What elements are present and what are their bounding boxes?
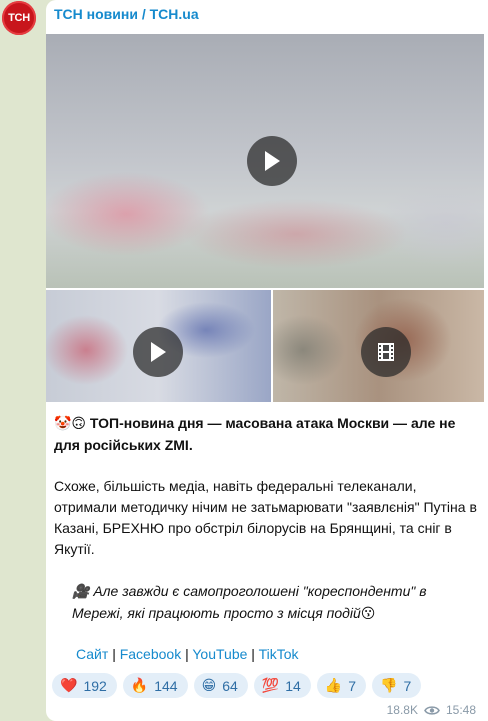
- link-facebook[interactable]: Facebook: [120, 646, 181, 662]
- reaction-count: 14: [285, 677, 301, 694]
- play-icon: [265, 151, 280, 171]
- reaction-count: 7: [403, 677, 412, 694]
- play-button-left[interactable]: [133, 327, 183, 377]
- headline-text: ТОП-новина дня — масована атака Москви —…: [54, 415, 456, 453]
- message-time: 15:48: [445, 703, 476, 717]
- play-icon: [151, 342, 166, 362]
- link-site[interactable]: Сайт: [76, 646, 108, 662]
- reaction-count: 192: [83, 677, 107, 694]
- reaction-hundred[interactable]: 💯 14: [253, 673, 311, 698]
- thumbs-down-icon: 👎: [380, 677, 398, 694]
- link-separator: |: [112, 646, 116, 662]
- media-button-right[interactable]: [361, 327, 411, 377]
- channel-name[interactable]: ТСН новини / TCH.ua: [54, 6, 199, 22]
- reaction-count: 7: [348, 677, 357, 694]
- post-paragraph: Схоже, більшість медіа, навіть федеральн…: [54, 478, 477, 557]
- reaction-fire[interactable]: 🔥 144: [122, 673, 188, 698]
- link-youtube[interactable]: YouTube: [192, 646, 247, 662]
- message-meta: 18.8K 15:48: [387, 703, 476, 717]
- reactions-bar: ❤️ 192 🔥 144 😁 64 💯 14 👍 7 👎 7: [52, 673, 422, 698]
- reaction-heart[interactable]: ❤️ 192: [52, 673, 117, 698]
- link-separator: |: [251, 646, 255, 662]
- thumbs-up-icon: 👍: [324, 677, 343, 694]
- video-thumbnail-right[interactable]: [273, 290, 484, 402]
- post-italic-note: 🎥 Але завжди є самопроголошені "кореспон…: [54, 581, 478, 625]
- link-tiktok[interactable]: TikTok: [259, 646, 299, 662]
- post-headline: 🤡🙃 ТОП-новина дня — масована атака Москв…: [54, 413, 478, 456]
- reaction-count: 64: [222, 677, 238, 694]
- fire-icon: 🔥: [130, 677, 149, 694]
- play-button-main[interactable]: [247, 136, 297, 186]
- view-count: 18.8K: [386, 703, 418, 717]
- film-icon: [378, 343, 394, 361]
- video-main[interactable]: [46, 34, 484, 288]
- reaction-grin[interactable]: 😁 64: [193, 673, 248, 698]
- channel-avatar[interactable]: ТСН: [2, 1, 36, 35]
- grin-icon: 😁: [201, 677, 217, 694]
- post-links: Сайт | Facebook | YouTube | TikTok: [54, 644, 478, 665]
- video-camera-icon: 🎥: [72, 584, 90, 600]
- link-separator: |: [185, 646, 189, 662]
- video-thumbnail-left[interactable]: [46, 290, 271, 402]
- reaction-thumbs-down[interactable]: 👎 7: [372, 673, 422, 698]
- eye-icon: [424, 705, 440, 715]
- clown-face-icon: 🤡🙃: [54, 416, 87, 432]
- hundred-icon: 💯: [261, 677, 280, 694]
- reaction-count: 144: [154, 677, 178, 694]
- heart-icon: ❤️: [60, 677, 78, 694]
- kissing-face-icon: 😗: [360, 606, 376, 622]
- reaction-thumbs-up[interactable]: 👍 7: [316, 673, 367, 698]
